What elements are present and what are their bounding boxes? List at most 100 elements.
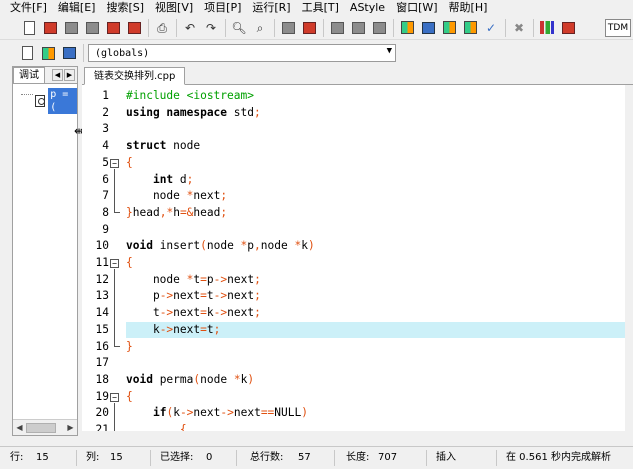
save-button[interactable]: [62, 19, 80, 37]
fold-toggle-icon[interactable]: −: [110, 158, 119, 168]
indent-button[interactable]: [328, 19, 346, 37]
code-line[interactable]: 1 #include <iostream>: [82, 88, 633, 105]
status-length-value: 707: [378, 452, 398, 463]
line-number: 17: [95, 356, 109, 370]
menu-edit[interactable]: 编辑[E]: [52, 0, 101, 16]
line-number: 13: [95, 289, 109, 303]
code-line[interactable]: 19−{: [82, 389, 633, 406]
menu-project[interactable]: 项目[P]: [198, 0, 246, 16]
code-line[interactable]: 5−{: [82, 155, 633, 172]
close-file-button[interactable]: [104, 19, 122, 37]
tab-source-file[interactable]: 链表交换排列.cpp: [84, 67, 186, 85]
new-file-button[interactable]: [20, 19, 38, 37]
scroll-right-icon[interactable]: ▶: [64, 69, 75, 81]
status-sel-label: 已选择:: [160, 452, 194, 463]
line-number: 4: [102, 139, 109, 153]
profile-button[interactable]: [559, 19, 577, 37]
code-line[interactable]: 2 using namespace std;: [82, 105, 633, 122]
code-line[interactable]: 4 struct node: [82, 138, 633, 155]
code-line[interactable]: 8}head,*h=&head;: [82, 205, 633, 222]
scroll-left-icon[interactable]: ◀: [52, 69, 63, 81]
code-editor[interactable]: 1 #include <iostream> 2 using namespace std…: [82, 85, 633, 431]
menu-help[interactable]: 帮助[H]: [443, 0, 493, 16]
code-line[interactable]: 3: [82, 121, 633, 138]
code-line[interactable]: 7 node *next;: [82, 188, 633, 205]
open-file-icon: [43, 21, 57, 34]
open-file-button[interactable]: [41, 19, 59, 37]
code-line[interactable]: 12 node *t=p->next;: [82, 272, 633, 289]
code-line[interactable]: 21 {: [82, 422, 633, 431]
indent-icon: [330, 21, 344, 34]
goto-button[interactable]: [279, 19, 297, 37]
print-button[interactable]: ⎙: [153, 19, 171, 37]
code-line[interactable]: 20 if(k->next->next==NULL): [82, 405, 633, 422]
fold-toggle-icon[interactable]: −: [110, 392, 119, 402]
tab-debug[interactable]: 调试: [13, 67, 45, 83]
close-all-button[interactable]: [125, 19, 143, 37]
code-line[interactable]: 9: [82, 222, 633, 239]
code-line[interactable]: 10 void insert(node *p,node *k): [82, 238, 633, 255]
unindent-button[interactable]: [349, 19, 367, 37]
tiles-button[interactable]: [440, 19, 458, 37]
scope-select[interactable]: (globals) ▼: [88, 44, 396, 62]
watch-item[interactable]: p = (: [35, 88, 77, 114]
class-browse-button[interactable]: [60, 44, 78, 62]
find-button[interactable]: 🔍︎: [230, 19, 248, 37]
layout-button[interactable]: [398, 19, 416, 37]
scroll-right-arrow-icon[interactable]: ▶: [64, 421, 77, 435]
menu-bar: 文件[F] 编辑[E] 搜索[S] 视图[V] 项目[P] 运行[R] 工具[T…: [0, 0, 633, 16]
line-number: 2: [102, 105, 109, 119]
chart-button[interactable]: [538, 19, 556, 37]
code-line[interactable]: 15 k->next=t;: [82, 321, 633, 339]
menu-run[interactable]: 运行[R]: [246, 0, 295, 16]
modules-button[interactable]: [461, 19, 479, 37]
code-line[interactable]: 16}: [82, 339, 633, 356]
editor-vertical-scrollbar[interactable]: [625, 85, 633, 431]
code-text: int d;: [152, 172, 194, 186]
code-line[interactable]: 6 int d;: [82, 172, 633, 189]
code-text: {: [126, 389, 133, 403]
class-insert-button[interactable]: [18, 44, 36, 62]
code-text: }: [126, 339, 133, 353]
scroll-thumb[interactable]: [26, 422, 56, 433]
compiler-select[interactable]: TDM: [605, 19, 631, 37]
code-line[interactable]: 13 p->next=t->next;: [82, 288, 633, 305]
code-text: k->next=t;: [126, 322, 221, 336]
line-number: 21: [95, 423, 109, 431]
menu-tools[interactable]: 工具[T]: [296, 0, 344, 16]
check-button[interactable]: ✓: [482, 19, 500, 37]
menu-window[interactable]: 窗口[W]: [390, 0, 442, 16]
replace-icon: ⌕: [256, 20, 264, 35]
toggle-comment-button[interactable]: [370, 19, 388, 37]
menu-astyle[interactable]: AStyle: [344, 0, 390, 16]
undo-button[interactable]: ↶: [181, 19, 199, 37]
code-line[interactable]: 17: [82, 355, 633, 372]
watch-item-label: p = (: [48, 88, 77, 114]
replace-button[interactable]: ⌕: [251, 19, 269, 37]
panel-horizontal-scrollbar[interactable]: ◀ ▶: [13, 419, 77, 435]
modules-icon: [463, 21, 477, 34]
class-goto-button[interactable]: [39, 44, 57, 62]
stop-button[interactable]: ✖: [510, 19, 528, 37]
redo-button[interactable]: ↷: [202, 19, 220, 37]
window-button[interactable]: [419, 19, 437, 37]
line-number: 3: [102, 122, 109, 136]
bookmark-button[interactable]: [300, 19, 318, 37]
code-line[interactable]: 14 t->next=k->next;: [82, 305, 633, 322]
line-number: 14: [95, 306, 109, 320]
code-line[interactable]: 18 void perma(node *k): [82, 372, 633, 389]
code-text: if(k->next->next==NULL): [152, 406, 308, 420]
new-file-icon: [23, 20, 35, 35]
menu-view[interactable]: 视图[V]: [149, 0, 198, 16]
scroll-left-arrow-icon[interactable]: ◀: [13, 421, 26, 435]
unindent-icon: [351, 21, 365, 34]
code-text: struct node: [126, 139, 201, 153]
close-all-icon: [127, 21, 141, 34]
code-line[interactable]: 11−{: [82, 255, 633, 272]
fold-toggle-icon[interactable]: −: [110, 259, 119, 268]
save-all-button[interactable]: [83, 19, 101, 37]
line-number: 1: [102, 89, 109, 102]
menu-search[interactable]: 搜索[S]: [100, 0, 149, 16]
line-number: 7: [102, 189, 109, 203]
menu-file[interactable]: 文件[F]: [4, 0, 52, 16]
